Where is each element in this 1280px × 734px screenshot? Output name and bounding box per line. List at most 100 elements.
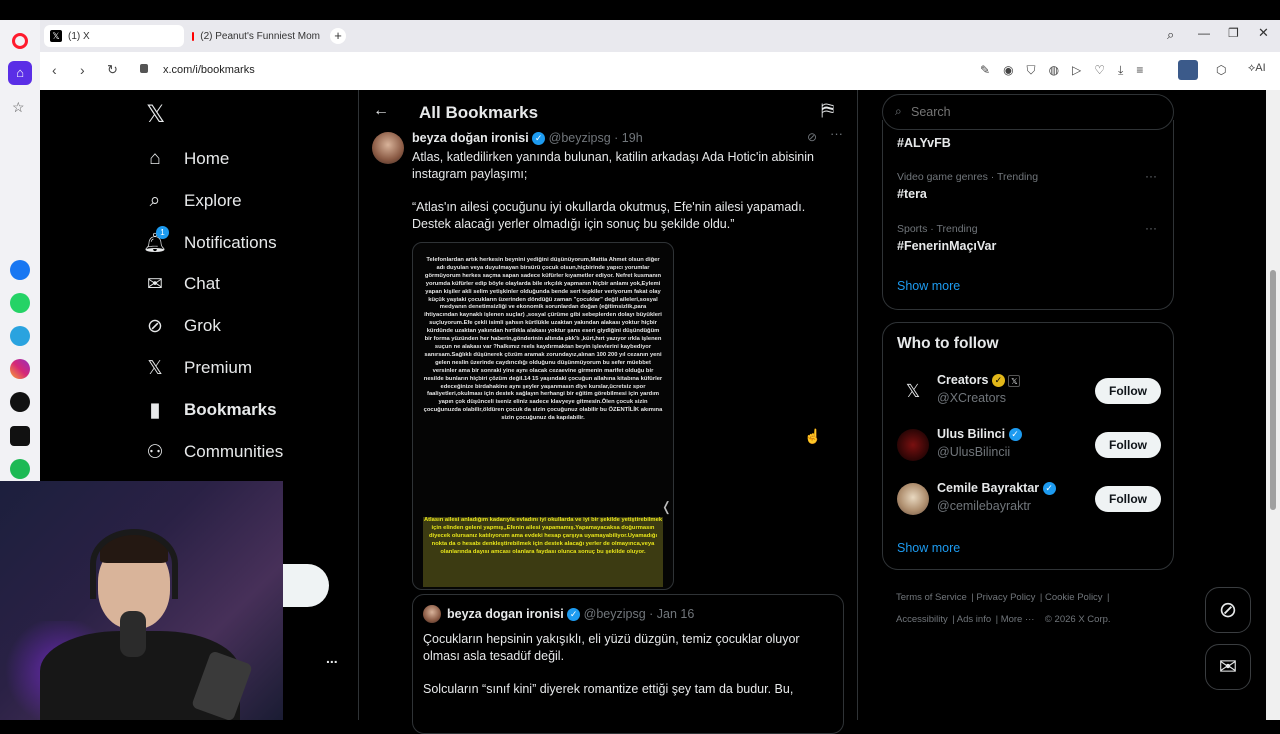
reload-icon[interactable]: ↻ (107, 62, 118, 78)
follow-show-more[interactable]: Show more (897, 541, 960, 555)
x-sidebar-icon[interactable] (10, 426, 30, 446)
post-button[interactable] (282, 564, 329, 607)
tiktok-icon[interactable] (10, 392, 30, 412)
page-scrollbar[interactable] (1266, 90, 1280, 720)
quoted-tweet[interactable]: beyza dogan ironisi ✓ @beyzipsg · Jan 16… (412, 594, 844, 734)
search-icon: ⌕ (895, 104, 902, 118)
extensions-icon[interactable]: ⬡ (1216, 63, 1226, 77)
play-icon[interactable]: ▷ (1072, 63, 1081, 78)
tab-bar: 𝕏 (1) X (2) Peanut's Funniest Mom + ⌕ — … (40, 20, 1280, 52)
trend-item[interactable]: Video game genres · Trending #tera ··· (897, 169, 1167, 201)
image-body-text: Telefonlardan artık herkesin beynini yed… (423, 257, 663, 422)
nav-notifications[interactable]: 🔔︎ 1 Notifications (143, 226, 277, 254)
tweet-time[interactable]: · 19h (614, 131, 643, 145)
footer-link[interactable]: Terms of Service (896, 592, 967, 603)
messages-fab-icon[interactable]: ✉ (1205, 644, 1251, 690)
nav-grok[interactable]: ⊘ Grok (144, 315, 221, 337)
trends-show-more[interactable]: Show more (897, 279, 960, 293)
edit-icon[interactable]: ✎ (980, 63, 990, 78)
close-icon[interactable]: ✕ (1258, 25, 1269, 41)
quoted-header: beyza dogan ironisi ✓ @beyzipsg · Jan 16 (447, 607, 694, 622)
user-name[interactable]: Creators (937, 373, 988, 387)
nav-premium[interactable]: 𝕏 Premium (144, 357, 252, 379)
divider-right (857, 90, 858, 720)
tweet-more-icon[interactable]: ··· (830, 126, 843, 141)
account-more-icon[interactable]: ... (326, 650, 338, 666)
follow-button[interactable]: Follow (1095, 432, 1161, 458)
opera-logo-icon[interactable] (12, 33, 28, 49)
creators-avatar[interactable]: 𝕏 (897, 375, 929, 407)
footer-link[interactable]: Accessibility (896, 614, 948, 625)
nav-home[interactable]: ⌂ Home (144, 148, 229, 170)
follow-button[interactable]: Follow (1095, 378, 1161, 404)
tweet-image[interactable]: Telefonlardan artık herkesin beynini yed… (412, 242, 674, 590)
follow-user-row[interactable]: 𝕏 Creators ✓ 𝕏 @XCreators Follow (897, 373, 1163, 413)
user-name-line: Ulus Bilinci ✓ (937, 427, 1022, 442)
whatsapp-icon[interactable] (10, 293, 30, 313)
nav-label: Communities (184, 442, 284, 461)
who-to-follow-title: Who to follow (897, 335, 999, 352)
microphone-icon (120, 611, 146, 657)
shield-icon[interactable]: ⛉ (1027, 63, 1036, 78)
bookmark-folder-icon[interactable]: ⛿ (821, 100, 834, 121)
trend-item[interactable]: #ALYvFB (897, 136, 1167, 150)
forward-icon[interactable]: › (80, 62, 85, 78)
x-favicon-icon: 𝕏 (50, 30, 62, 42)
follow-user-row[interactable]: Cemile Bayraktar ✓ @cemilebayraktr Follo… (897, 481, 1163, 521)
trend-item[interactable]: Sports · Trending #FenerinMaçıVar ··· (897, 221, 1167, 253)
grok-small-icon[interactable]: ⊘ (807, 130, 817, 144)
avatar[interactable] (372, 132, 404, 164)
nav-communities[interactable]: ⚇ Communities (144, 441, 283, 463)
home-sidebar-icon[interactable]: ⌂ (8, 61, 32, 85)
grok-fab-icon[interactable]: ⊘ (1205, 587, 1251, 633)
profile-avatar[interactable] (1178, 60, 1198, 80)
messenger-icon[interactable] (10, 260, 30, 280)
follow-button[interactable]: Follow (1095, 486, 1161, 512)
scrollbar-thumb[interactable] (1270, 270, 1276, 510)
nav-chat[interactable]: ✉ Chat (144, 273, 220, 295)
author-name[interactable]: beyza doğan ironisi (412, 131, 529, 145)
footer-link[interactable]: Ads info (957, 614, 991, 625)
author-handle[interactable]: @beyzipsg (549, 131, 611, 145)
ulus-avatar[interactable] (897, 429, 929, 461)
bookmarks-sidebar-icon[interactable]: ☆ (12, 99, 25, 116)
instagram-icon[interactable] (10, 359, 30, 379)
download-icon[interactable]: ⤓ (1118, 63, 1123, 78)
x-logo-icon[interactable]: 𝕏 (146, 100, 165, 129)
camera-icon[interactable]: ◉ (1003, 63, 1013, 78)
image-arrow-icon[interactable]: ❬ (661, 499, 672, 515)
image-highlight-text: Atlasın ailesi anladığım kadarıyla evlad… (423, 517, 663, 587)
nav-bookmarks[interactable]: ▮ Bookmarks (144, 399, 277, 421)
back-icon[interactable]: ‹ (52, 62, 57, 78)
url-field[interactable]: x.com/i/bookmarks (163, 64, 255, 76)
telegram-icon[interactable] (10, 326, 30, 346)
vpn-icon[interactable]: ◍ (1049, 63, 1059, 78)
heart-icon[interactable]: ♡ (1094, 63, 1105, 78)
nav-label: Explore (184, 191, 242, 210)
minimize-icon[interactable]: — (1198, 26, 1210, 40)
trend-more-icon[interactable]: ··· (1145, 221, 1157, 235)
maximize-icon[interactable]: ❐ (1228, 26, 1239, 40)
spotify-icon[interactable] (10, 459, 30, 479)
top-strip (0, 0, 1280, 20)
footer-link[interactable]: Cookie Policy (1045, 592, 1103, 603)
footer-link[interactable]: More ··· (1001, 614, 1035, 625)
follow-user-row[interactable]: Ulus Bilinci ✓ @UlusBilincii Follow (897, 427, 1163, 467)
ai-button[interactable]: ⟡AI (1248, 62, 1266, 75)
user-name-line: Creators ✓ 𝕏 (937, 373, 1021, 388)
youtube-favicon-icon (192, 31, 195, 41)
search-input[interactable] (911, 103, 1161, 121)
nav-explore[interactable]: ⌕ Explore (144, 190, 242, 212)
tab-youtube[interactable]: (2) Peanut's Funniest Mom (186, 25, 320, 47)
trend-more-icon[interactable]: ··· (1145, 169, 1157, 183)
user-name[interactable]: Ulus Bilinci (937, 427, 1005, 441)
new-tab-button[interactable]: + (330, 28, 346, 44)
menu-icon[interactable]: ≡ (1136, 63, 1143, 78)
cemile-avatar[interactable] (897, 483, 929, 515)
tab-x[interactable]: 𝕏 (1) X (44, 25, 184, 47)
back-arrow-icon[interactable]: ← (373, 102, 389, 120)
footer-link[interactable]: Privacy Policy (976, 592, 1035, 603)
tweet[interactable]: beyza doğan ironisi ✓ @beyzipsg · 19h ⊘ … (359, 126, 857, 734)
tab-search-icon[interactable]: ⌕ (1167, 27, 1174, 43)
user-name[interactable]: Cemile Bayraktar (937, 481, 1039, 495)
